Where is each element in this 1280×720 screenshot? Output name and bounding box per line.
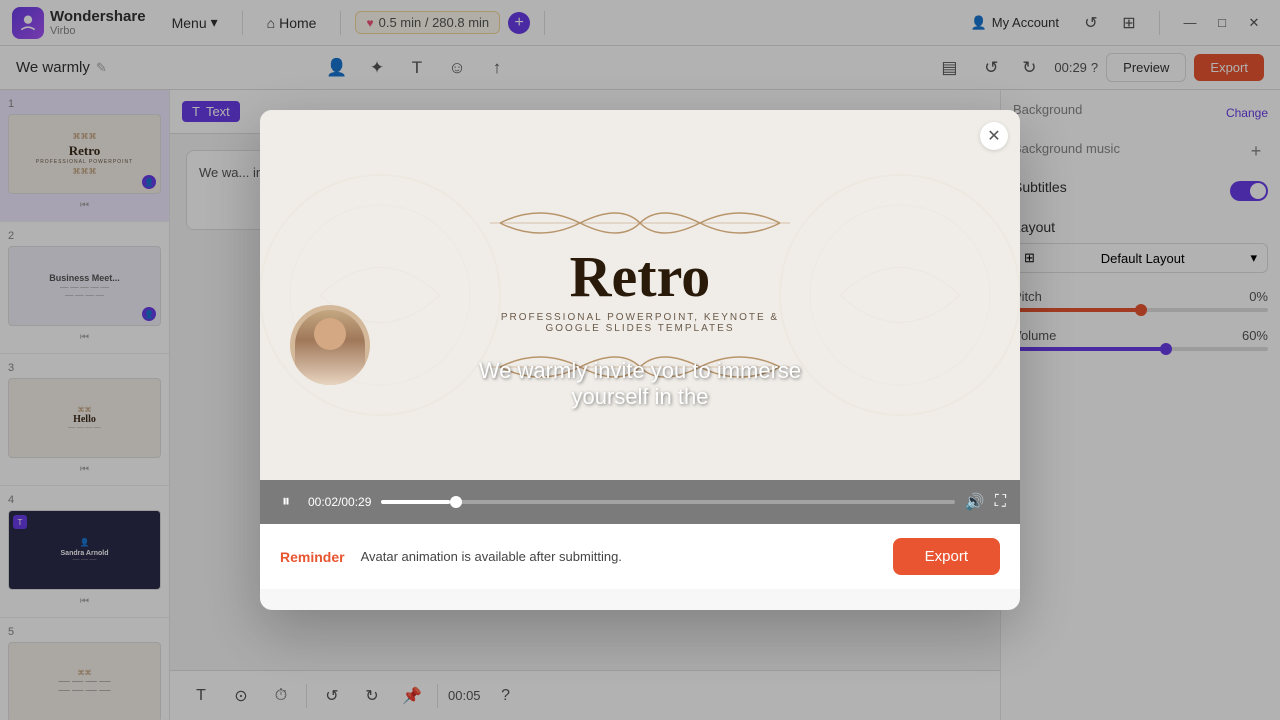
progress-fill: [381, 500, 450, 504]
video-controls: ⏸ 00:02/00:29 🔊 ⛶: [260, 480, 1020, 524]
retro-subtitle-text: PROFESSIONAL POWERPOINT, KEYNOTE & GOOGL…: [501, 312, 779, 334]
caption-overlay: We warmly invite you to immerse yourself…: [260, 358, 1020, 410]
modal-preview-area: Retro PROFESSIONAL POWERPOINT, KEYNOTE &…: [260, 110, 1020, 480]
retro-slide-content: Retro PROFESSIONAL POWERPOINT, KEYNOTE &…: [260, 110, 1020, 480]
pause-button[interactable]: ⏸: [274, 493, 298, 511]
progress-dot: [450, 496, 462, 508]
fullscreen-button[interactable]: ⛶: [995, 493, 1006, 511]
reminder-label: Reminder: [280, 549, 345, 565]
export-modal-button[interactable]: Export: [893, 538, 1000, 575]
top-ornament: [480, 198, 800, 248]
reminder-text: Avatar animation is available after subm…: [361, 549, 877, 564]
progress-bar[interactable]: [381, 500, 954, 504]
retro-title-text: Retro: [570, 248, 711, 306]
modal-overlay: ✕ Retro PRO: [0, 0, 1280, 720]
modal-footer: Reminder Avatar animation is available a…: [260, 524, 1020, 589]
current-time: 00:02/00:29: [308, 495, 371, 509]
modal-close-button[interactable]: ✕: [980, 122, 1008, 150]
preview-modal: ✕ Retro PRO: [260, 110, 1020, 610]
volume-button[interactable]: 🔊: [965, 492, 985, 512]
